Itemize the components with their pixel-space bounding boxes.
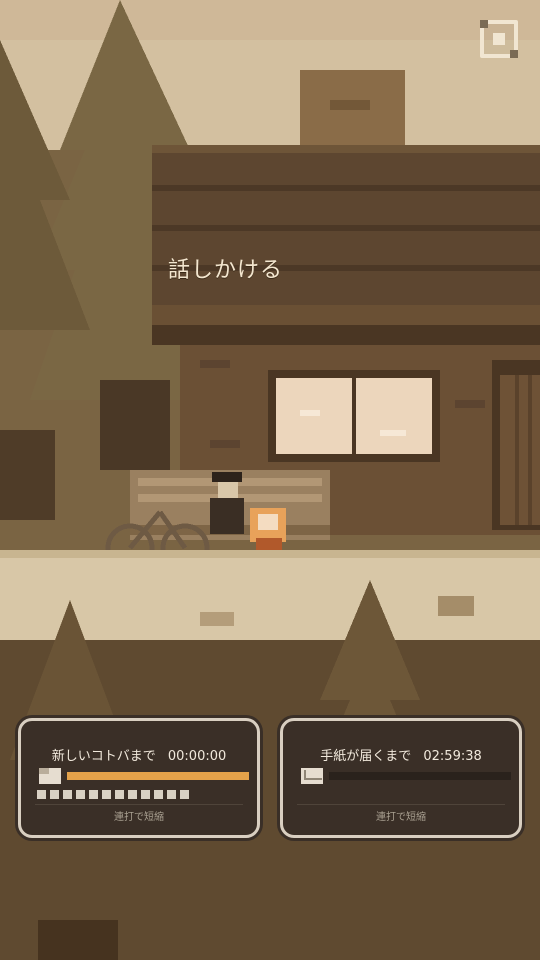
letter-progress-bar [329,772,511,780]
progress-dot [141,790,150,799]
progress-dot [154,790,163,799]
word-timer-panel[interactable]: 新しいコトバまで 00:00:00 連打で短縮 [18,718,260,838]
progress-dot [50,790,59,799]
letter-timer-hint: 連打で短縮 [376,812,426,823]
talk-prompt[interactable]: 話しかける [168,252,283,284]
divider [35,804,243,805]
word-timer-hint: 連打で短縮 [114,812,164,823]
paper-icon [39,768,61,784]
letter-timer-label: 手紙が届くまで [320,749,412,764]
divider [297,804,505,805]
letter-timer-panel[interactable]: 手紙が届くまで 02:59:38 連打で短縮 [280,718,522,838]
progress-dot [37,790,46,799]
word-dots [37,790,189,799]
progress-dot [76,790,85,799]
letter-timer-time: 02:59:38 [423,749,482,764]
progress-dot [180,790,189,799]
progress-dot [63,790,72,799]
settings-icon[interactable] [480,20,518,58]
word-progress-bar [67,772,249,780]
envelope-icon [301,768,323,784]
old-man-character [210,472,244,534]
progress-dot [128,790,137,799]
letter-timer-title: 手紙が届くまで 02:59:38 [283,745,519,764]
progress-dot [167,790,176,799]
word-timer-title: 新しいコトバまで 00:00:00 [21,745,257,764]
word-progress-fill [67,772,249,780]
settings-icon-center [493,33,505,45]
progress-dot [102,790,111,799]
word-timer-time: 00:00:00 [167,749,227,764]
progress-dot [89,790,98,799]
word-timer-label: 新しいコトバまで [51,749,156,764]
progress-dot [115,790,124,799]
house-roof [152,145,540,325]
